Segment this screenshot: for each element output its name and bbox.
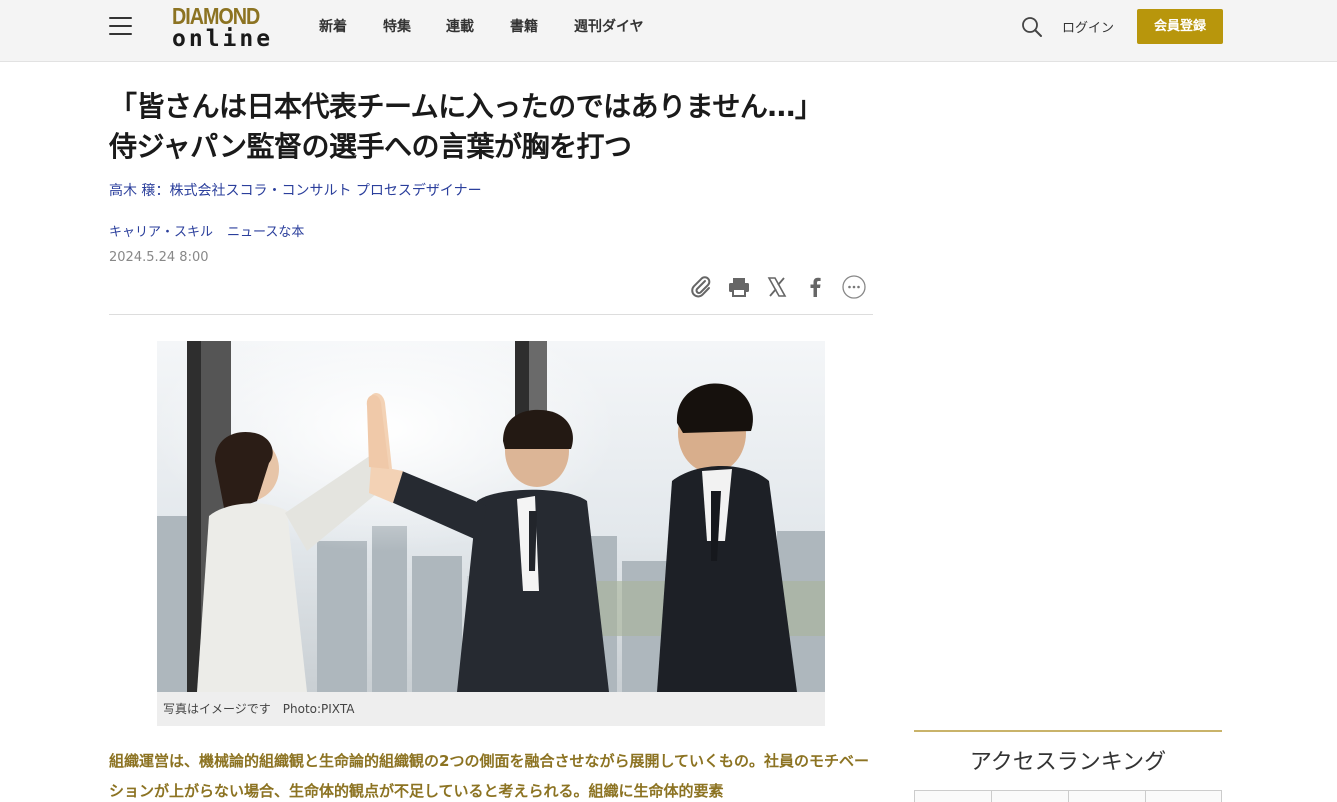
nav-series[interactable]: 連載 (446, 16, 474, 36)
register-button[interactable]: 会員登録 (1137, 9, 1223, 44)
facebook-icon[interactable] (802, 274, 828, 300)
header-divider (109, 314, 873, 315)
article-lead: 組織運営は、機械論的組織観と生命論的組織観の2つの側面を融合させながら展開してい… (109, 752, 869, 800)
site-logo[interactable]: DIAMOND online (171, 3, 279, 53)
print-icon[interactable] (726, 274, 752, 300)
site-header: DIAMOND online 新着 特集 連載 書籍 週刊ダイヤ ログイン 会員… (0, 0, 1337, 62)
more-icon[interactable] (841, 274, 867, 300)
article-author[interactable]: 高木 穣：株式会社スコラ・コンサルト プロセスデザイナー (109, 180, 482, 200)
ranking-top-line (914, 730, 1222, 732)
photo-caption: 写真はイメージです Photo:PIXTA (163, 702, 355, 716)
login-link[interactable]: ログイン (1062, 17, 1114, 36)
tag-news-book[interactable]: ニュースな本 (227, 221, 304, 240)
search-icon[interactable] (1020, 15, 1044, 39)
x-icon[interactable] (764, 274, 790, 300)
clip-icon[interactable] (688, 274, 714, 300)
ranking-tabs[interactable] (914, 790, 1222, 802)
article-photo (157, 341, 825, 692)
nav-weekly-diamond[interactable]: 週刊ダイヤ (574, 16, 644, 36)
nav-new[interactable]: 新着 (319, 16, 347, 36)
ranking-title: アクセスランキング (969, 750, 1167, 775)
tag-career-skill[interactable]: キャリア・スキル (109, 221, 213, 240)
menu-icon[interactable] (109, 15, 132, 37)
logo-online: online (172, 26, 274, 52)
nav-books[interactable]: 書籍 (510, 16, 538, 36)
article-figure: 写真はイメージです Photo:PIXTA (157, 341, 825, 726)
article-title: 「皆さんは日本代表チームに入ったのではありません…」侍ジャパン監督の選手への言葉… (109, 90, 823, 163)
nav-feature[interactable]: 特集 (383, 16, 411, 36)
article-date: 2024.5.24 8:00 (109, 250, 209, 265)
